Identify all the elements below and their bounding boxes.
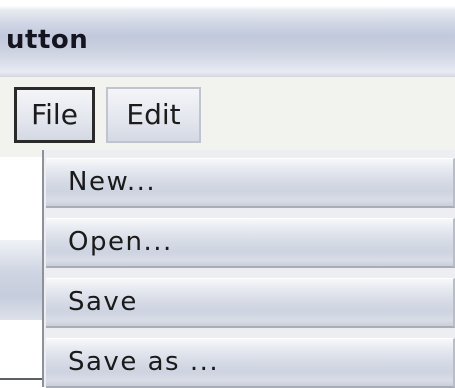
menu-item-save-as[interactable]: Save as ... — [46, 338, 455, 388]
menu-item-new[interactable]: New... — [46, 158, 455, 208]
menu-item-save[interactable]: Save — [46, 278, 455, 328]
menu-edit-button[interactable]: Edit — [106, 87, 201, 143]
menu-item-open[interactable]: Open... — [46, 218, 455, 268]
title-bar: utton — [0, 0, 455, 76]
window-title: utton — [6, 25, 89, 55]
menu-file-button[interactable]: File — [14, 87, 95, 143]
